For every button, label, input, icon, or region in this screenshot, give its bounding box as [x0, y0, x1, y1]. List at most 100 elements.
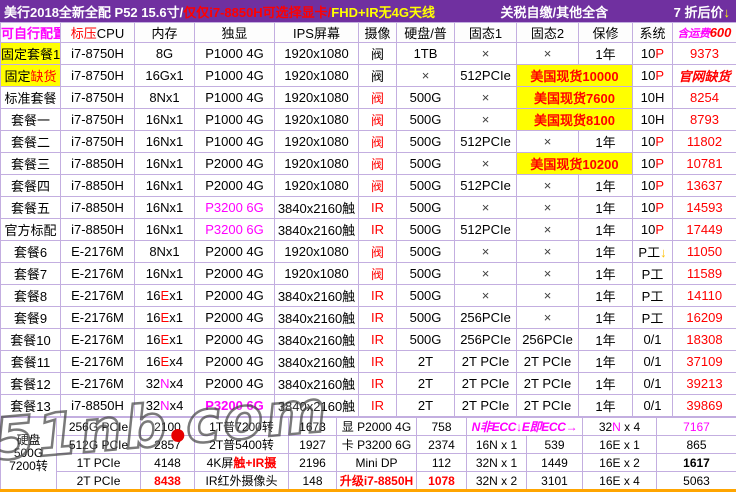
cell-config: 标准套餐	[1, 87, 61, 109]
cell-price: 16209	[673, 307, 736, 329]
cell-config: 套餐二	[1, 131, 61, 153]
cell-price: 37109	[673, 351, 736, 373]
cell-ssd1: 512PCIe	[455, 219, 517, 241]
text-part: P工	[638, 245, 660, 260]
cell-ram: 32Nx4	[135, 395, 195, 417]
cell-screen: 1920x1080	[275, 153, 359, 175]
cell-config: 套餐13	[1, 395, 61, 417]
cell-addon-price: 2196	[289, 454, 337, 472]
text-part: P	[655, 156, 664, 171]
cell-screen: 3840x2160触	[275, 351, 359, 373]
cell-ssd2: ×	[517, 43, 579, 65]
cell-price: 13637	[673, 175, 736, 197]
cell-hdd: 500G	[397, 153, 455, 175]
cell-hdd-category: 硬盘 500G 7200转	[1, 418, 57, 491]
cell-ram: 16Nx1	[135, 263, 195, 285]
text-part: P	[655, 200, 664, 215]
cell-addon-item: 1T普7200转	[195, 418, 289, 436]
cell-addon-price: 865	[657, 436, 736, 454]
cell-os: 0/1	[633, 329, 673, 351]
cell-addon-item: 16N x 1	[467, 436, 527, 454]
cell-cpu: E-2176M	[61, 241, 135, 263]
cell-cpu: i7-8750H	[61, 131, 135, 153]
cell-warranty: 1年	[579, 219, 633, 241]
cell-cpu: E-2176M	[61, 351, 135, 373]
text-part: P	[655, 68, 664, 83]
cell-addon-item: IR红外摄像头	[195, 472, 289, 491]
cell-addon-price: 4148	[141, 454, 195, 472]
text-part: 10	[641, 46, 655, 61]
header-price: 含运费600	[673, 23, 736, 43]
header-warranty: 保修	[579, 23, 633, 43]
cell-hdd: 2T	[397, 395, 455, 417]
cell-price: 10781	[673, 153, 736, 175]
cell-camera: IR	[359, 373, 397, 395]
cell-ssd1: ×	[455, 263, 517, 285]
header-config: 可自行配置	[1, 23, 61, 43]
cell-camera: 阀	[359, 263, 397, 285]
cell-addon-price: 758	[417, 418, 467, 436]
cell-ssd1: 256PCIe	[455, 307, 517, 329]
cell-camera: 阀	[359, 65, 397, 87]
cell-camera: IR	[359, 219, 397, 241]
cell-ssd1: ×	[455, 153, 517, 175]
cell-hdd: 500G	[397, 109, 455, 131]
cell-price: 39213	[673, 373, 736, 395]
cell-ram: 16Nx1	[135, 219, 195, 241]
cell-screen: 3840x2160触	[275, 219, 359, 241]
cell-ssd1: ×	[455, 43, 517, 65]
cell-addon-item: 4K屏触+IR摄	[195, 454, 289, 472]
cell-ssd1: 512PCIe	[455, 65, 517, 87]
header-gpu: 独显	[195, 23, 275, 43]
cell-hdd: 2T	[397, 351, 455, 373]
cell-hdd: 500G	[397, 307, 455, 329]
cell-camera: 阀	[359, 109, 397, 131]
text-part: ↓	[723, 5, 730, 20]
cell-screen: 3840x2160触	[275, 329, 359, 351]
cell-ssd2: ×	[517, 219, 579, 241]
cell-camera: IR	[359, 307, 397, 329]
cell-camera: IR	[359, 395, 397, 417]
cell-ram: 16Nx1	[135, 175, 195, 197]
cell-ssd1: 512PCIe	[455, 131, 517, 153]
cell-warranty: 1年	[579, 197, 633, 219]
text-part: 16	[146, 288, 160, 303]
text-part: E	[161, 288, 170, 303]
cell-addon-price: 32N x 4	[583, 418, 657, 436]
cell-hdd: 500G	[397, 131, 455, 153]
cell-ram: 16Nx1	[135, 131, 195, 153]
cell-warranty: 1年	[579, 263, 633, 285]
text-part: 10	[641, 178, 655, 193]
cell-camera: 阀	[359, 43, 397, 65]
cell-os: 10P	[633, 197, 673, 219]
cell-os: P工	[633, 285, 673, 307]
cell-os: 10P	[633, 153, 673, 175]
cell-ssd2: 256PCIe	[517, 329, 579, 351]
cell-os: P工↓	[633, 241, 673, 263]
cell-warranty: 1年	[579, 131, 633, 153]
cell-cpu: i7-8750H	[61, 43, 135, 65]
cell-ram: 16Gx1	[135, 65, 195, 87]
cell-price: 11050	[673, 241, 736, 263]
text-part: 仅仅i7-8850H可选择显卡/	[183, 5, 331, 20]
cell-cpu: i7-8750H	[61, 109, 135, 131]
text-part: 7 折后价	[674, 5, 724, 20]
cell-warranty: 1年	[579, 43, 633, 65]
text-part: 16	[146, 310, 160, 325]
cell-config: 套餐9	[1, 307, 61, 329]
text-part: N	[160, 376, 169, 391]
cell-gpu: P2000 4G	[195, 241, 275, 263]
cell-ram: 16Nx1	[135, 109, 195, 131]
addon-row: 2T PCIe8438IR红外摄像头148升级i7-8850H107832N x…	[1, 472, 736, 491]
cell-cpu: i7-8750H	[61, 87, 135, 109]
cell-addon-item: Mini DP	[337, 454, 417, 472]
cell-price: 17449	[673, 219, 736, 241]
text-part: x 4	[621, 420, 640, 434]
cell-ssd1: ×	[455, 285, 517, 307]
cell-cpu: E-2176M	[61, 329, 135, 351]
text-part: 16	[146, 332, 160, 347]
cell-warranty: 1年	[579, 351, 633, 373]
cell-os: 10H	[633, 109, 673, 131]
cell-gpu: P2000 4G	[195, 285, 275, 307]
cell-gpu: P2000 4G	[195, 351, 275, 373]
